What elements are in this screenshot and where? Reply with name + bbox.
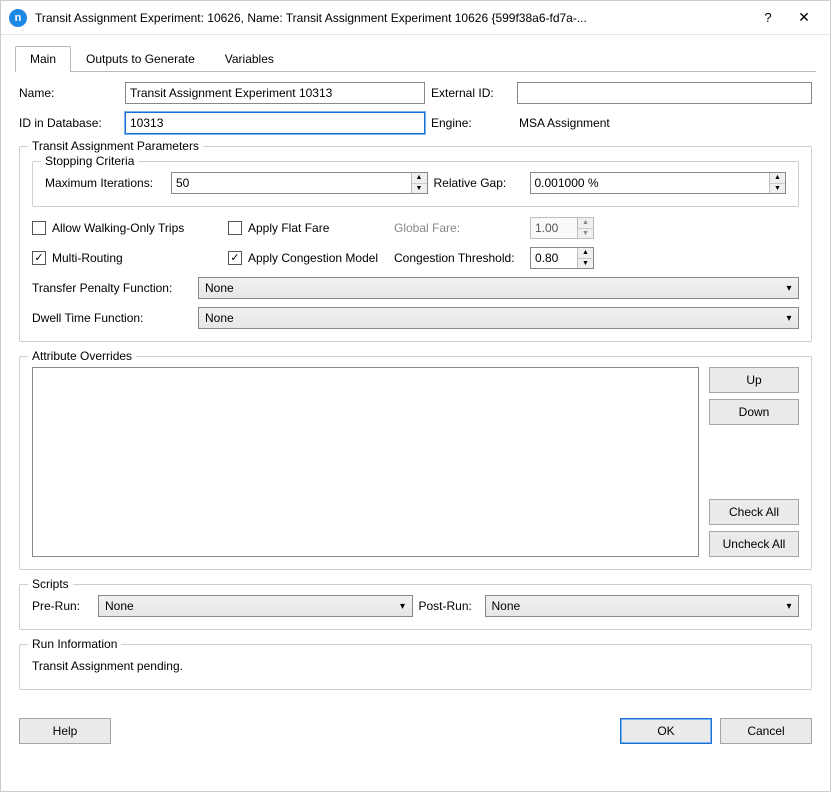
flat-fare-label: Apply Flat Fare: [248, 221, 329, 235]
overrides-list[interactable]: [32, 367, 699, 557]
rel-gap-spin[interactable]: ▲▼: [769, 173, 785, 193]
check-all-button[interactable]: Check All: [709, 499, 799, 525]
multi-routing-box[interactable]: [32, 251, 46, 265]
window-title: Transit Assignment Experiment: 10626, Na…: [35, 11, 750, 25]
transfer-penalty-value: None: [199, 279, 780, 297]
pre-run-value: None: [99, 597, 394, 615]
app-icon: n: [9, 9, 27, 27]
header-form: Name: External ID: ID in Database: Engin…: [19, 82, 812, 134]
max-iter-field[interactable]: ▲▼: [171, 172, 428, 194]
congestion-thresh-field[interactable]: ▲▼: [530, 247, 594, 269]
engine-label: Engine:: [431, 116, 511, 130]
titlebar: n Transit Assignment Experiment: 10626, …: [1, 1, 830, 35]
global-fare-value: [531, 218, 577, 238]
max-iter-label: Maximum Iterations:: [45, 176, 165, 190]
scripts-fieldset: Scripts Pre-Run: None ▾ Post-Run: None ▾: [19, 584, 812, 630]
tab-variables[interactable]: Variables: [210, 46, 289, 72]
tab-main[interactable]: Main: [15, 46, 71, 72]
cb-row-1: Allow Walking-Only Trips Apply Flat Fare…: [32, 217, 799, 239]
dwell-time-combo[interactable]: None ▾: [198, 307, 799, 329]
multi-routing-label: Multi-Routing: [52, 251, 123, 265]
help-button[interactable]: ?: [750, 4, 786, 32]
overrides-buttons: Up Down Check All Uncheck All: [709, 367, 799, 557]
name-field[interactable]: [125, 82, 425, 104]
global-fare-spin: ▲▼: [577, 218, 593, 238]
overrides-fieldset: Attribute Overrides Up Down Check All Un…: [19, 356, 812, 570]
ok-button[interactable]: OK: [620, 718, 712, 744]
uncheck-all-button[interactable]: Uncheck All: [709, 531, 799, 557]
congestion-model-box[interactable]: [228, 251, 242, 265]
external-id-field[interactable]: [517, 82, 812, 104]
rel-gap-label: Relative Gap:: [434, 176, 524, 190]
cancel-button[interactable]: Cancel: [720, 718, 812, 744]
rel-gap-field[interactable]: ▲▼: [530, 172, 787, 194]
runinfo-fieldset: Run Information Transit Assignment pendi…: [19, 644, 812, 690]
global-fare-label: Global Fare:: [394, 221, 524, 235]
allow-walking-checkbox[interactable]: Allow Walking-Only Trips: [32, 221, 222, 235]
transfer-penalty-label: Transfer Penalty Function:: [32, 281, 192, 295]
cb-row-2: Multi-Routing Apply Congestion Model Con…: [32, 247, 799, 269]
chevron-down-icon[interactable]: ▾: [394, 601, 412, 612]
flat-fare-box[interactable]: [228, 221, 242, 235]
allow-walking-label: Allow Walking-Only Trips: [52, 221, 184, 235]
post-run-label: Post-Run:: [419, 599, 479, 613]
close-button[interactable]: ✕: [786, 4, 822, 32]
allow-walking-box[interactable]: [32, 221, 46, 235]
max-iter-value[interactable]: [172, 173, 411, 193]
global-fare-field: ▲▼: [530, 217, 594, 239]
params-fieldset: Transit Assignment Parameters Stopping C…: [19, 146, 812, 342]
congestion-thresh-spin[interactable]: ▲▼: [577, 248, 593, 268]
post-run-combo[interactable]: None ▾: [485, 595, 800, 617]
pre-run-combo[interactable]: None ▾: [98, 595, 413, 617]
chevron-down-icon[interactable]: ▾: [780, 313, 798, 324]
transfer-penalty-combo[interactable]: None ▾: [198, 277, 799, 299]
engine-value: MSA Assignment: [517, 116, 812, 130]
flat-fare-checkbox[interactable]: Apply Flat Fare: [228, 221, 388, 235]
congestion-model-label: Apply Congestion Model: [248, 251, 378, 265]
post-run-value: None: [486, 597, 781, 615]
main-panel: Name: External ID: ID in Database: Engin…: [1, 72, 830, 712]
stopping-fieldset: Stopping Criteria Maximum Iterations: ▲▼…: [32, 161, 799, 207]
id-db-label: ID in Database:: [19, 116, 119, 130]
id-db-field[interactable]: [125, 112, 425, 134]
up-button[interactable]: Up: [709, 367, 799, 393]
help-button-bottom[interactable]: Help: [19, 718, 111, 744]
congestion-model-checkbox[interactable]: Apply Congestion Model: [228, 251, 388, 265]
dwell-time-row: Dwell Time Function: None ▾: [32, 307, 799, 329]
congestion-thresh-value[interactable]: [531, 248, 577, 268]
runinfo-text: Transit Assignment pending.: [32, 655, 799, 677]
dwell-time-value: None: [199, 309, 780, 327]
bottom-bar: Help OK Cancel: [1, 712, 830, 758]
chevron-down-icon[interactable]: ▾: [780, 283, 798, 294]
transfer-penalty-row: Transfer Penalty Function: None ▾: [32, 277, 799, 299]
rel-gap-value[interactable]: [531, 173, 770, 193]
dwell-time-label: Dwell Time Function:: [32, 311, 192, 325]
external-id-label: External ID:: [431, 86, 511, 100]
down-button[interactable]: Down: [709, 399, 799, 425]
overrides-legend: Attribute Overrides: [28, 349, 136, 363]
chevron-down-icon[interactable]: ▾: [780, 601, 798, 612]
multi-routing-checkbox[interactable]: Multi-Routing: [32, 251, 222, 265]
max-iter-spin[interactable]: ▲▼: [411, 173, 427, 193]
scripts-legend: Scripts: [28, 577, 73, 591]
name-label: Name:: [19, 86, 119, 100]
tab-outputs[interactable]: Outputs to Generate: [71, 46, 210, 72]
pre-run-label: Pre-Run:: [32, 599, 92, 613]
runinfo-legend: Run Information: [28, 637, 121, 651]
params-legend: Transit Assignment Parameters: [28, 139, 203, 153]
stopping-legend: Stopping Criteria: [41, 154, 138, 168]
congestion-thresh-label: Congestion Threshold:: [394, 251, 524, 265]
tabstrip: Main Outputs to Generate Variables: [15, 45, 816, 72]
